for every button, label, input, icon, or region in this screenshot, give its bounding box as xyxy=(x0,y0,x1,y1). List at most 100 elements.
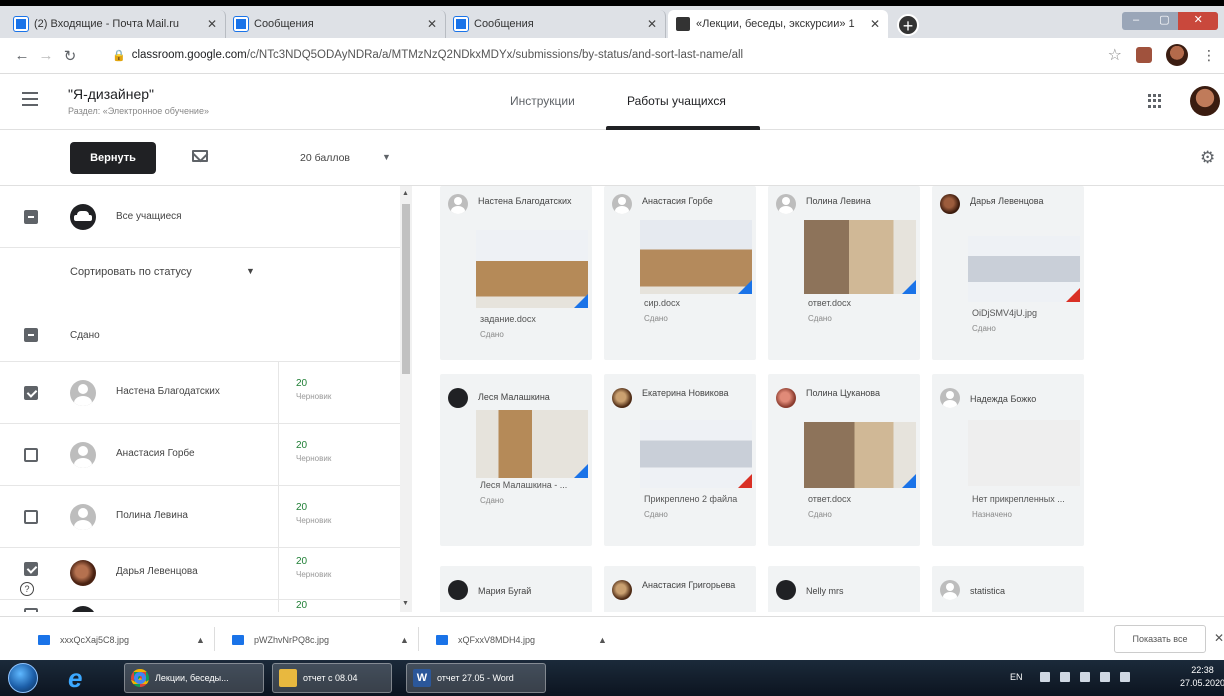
student-row[interactable]: Дарья Левенцова 20 Черновик xyxy=(0,548,400,600)
attachment-thumbnail[interactable] xyxy=(968,236,1080,302)
attachment-thumbnail[interactable] xyxy=(804,220,916,294)
clock[interactable]: 22:38 27.05.2020 xyxy=(1180,664,1224,690)
submission-card[interactable]: Мария Бугай xyxy=(440,566,592,612)
taskbar-folder[interactable]: отчет с 08.04 xyxy=(272,663,392,693)
submission-card[interactable]: Анастасия Григорьева xyxy=(604,566,756,612)
group-header-submitted[interactable]: Сдано xyxy=(0,310,400,362)
submission-card[interactable]: Настена Благодатских задание.docx Сдано xyxy=(440,186,592,360)
flag-icon[interactable] xyxy=(1080,672,1090,682)
student-row[interactable]: Настена Благодатских 20 Черновик xyxy=(0,362,400,424)
card-student-name: Екатерина Новикова xyxy=(642,388,729,398)
bookmark-star-icon[interactable]: ☆ xyxy=(1108,45,1122,65)
group-checkbox[interactable] xyxy=(24,328,38,342)
submission-card[interactable]: Дарья Левенцова OiDjSMV4jU.jpg Сдано xyxy=(932,186,1084,360)
help-icon[interactable]: ? xyxy=(20,582,34,596)
student-checkbox[interactable] xyxy=(24,448,38,462)
submission-card[interactable]: Анастасия Горбе сир.docx Сдано xyxy=(604,186,756,360)
profile-avatar-icon[interactable] xyxy=(1166,44,1188,66)
return-button[interactable]: Вернуть xyxy=(70,142,156,174)
internet-explorer-icon[interactable]: e xyxy=(68,664,82,692)
download-menu-chevron-icon[interactable]: ▲ xyxy=(598,631,607,649)
network-icon[interactable] xyxy=(1060,672,1070,682)
browser-tab-classroom[interactable]: «Лекции, беседы, экскурсии» 1 ✕ xyxy=(668,10,888,38)
attachment-thumbnail[interactable] xyxy=(640,420,752,488)
submission-card[interactable]: statistica xyxy=(932,566,1084,612)
submission-card[interactable]: Екатерина Новикова Прикреплено 2 файла С… xyxy=(604,374,756,546)
browser-tab-mail[interactable]: (2) Входящие - Почта Mail.ru ✕ xyxy=(6,10,226,38)
browser-tab-messages-1[interactable]: Сообщения ✕ xyxy=(226,10,446,38)
scroll-down-arrow-icon[interactable]: ▼ xyxy=(402,600,409,607)
student-checkbox[interactable] xyxy=(24,608,38,612)
close-downloads-icon[interactable]: ✕ xyxy=(1214,631,1224,645)
student-score[interactable]: 20 xyxy=(296,378,307,389)
left-scrollbar[interactable]: ▲ ▼ xyxy=(400,186,412,612)
student-score[interactable]: 20 xyxy=(296,556,307,567)
all-students-row[interactable]: Все учащиеся xyxy=(0,186,400,248)
hamburger-menu-icon[interactable] xyxy=(22,92,38,106)
tab-student-work[interactable]: Работы учащихся xyxy=(627,94,726,108)
taskbar-word[interactable]: W отчет 27.05 - Word xyxy=(406,663,546,693)
extension-icon[interactable] xyxy=(1136,47,1152,63)
volume-icon[interactable] xyxy=(1100,672,1110,682)
google-apps-icon[interactable] xyxy=(1148,94,1162,108)
tab-close-icon[interactable]: ✕ xyxy=(870,17,880,31)
points-dropdown[interactable]: 20 баллов xyxy=(300,152,350,164)
student-row[interactable]: 20 xyxy=(0,600,400,612)
student-checkbox[interactable] xyxy=(24,510,38,524)
student-row[interactable]: Анастасия Горбе 20 Черновик xyxy=(0,424,400,486)
download-menu-chevron-icon[interactable]: ▲ xyxy=(196,631,205,649)
download-item[interactable]: pWZhvNrPQ8c.jpg xyxy=(232,631,329,649)
signal-icon[interactable] xyxy=(1120,672,1130,682)
submission-card[interactable]: Nelly mrs xyxy=(768,566,920,612)
account-avatar[interactable] xyxy=(1190,86,1220,116)
submission-card[interactable]: Леся Малашкина Леся Малашкина - ... Сдан… xyxy=(440,374,592,546)
student-row[interactable]: Полина Левина 20 Черновик xyxy=(0,486,400,548)
new-tab-button[interactable]: + xyxy=(897,14,919,36)
chevron-down-icon[interactable]: ▼ xyxy=(246,266,255,276)
student-checkbox[interactable] xyxy=(24,562,38,576)
download-item[interactable]: xQFxxV8MDH4.jpg xyxy=(436,631,535,649)
attachment-thumbnail[interactable] xyxy=(476,230,588,308)
student-score[interactable]: 20 xyxy=(296,502,307,513)
submission-card[interactable]: Надежда Божко Нет прикрепленных ... Назн… xyxy=(932,374,1084,546)
submission-card[interactable]: Полина Цуканова ответ.docx Сдано xyxy=(768,374,920,546)
tab-instructions[interactable]: Инструкции xyxy=(510,94,575,108)
tab-close-icon[interactable]: ✕ xyxy=(647,17,657,31)
language-indicator[interactable]: EN xyxy=(1010,672,1023,682)
taskbar-item-label: отчет 27.05 - Word xyxy=(437,673,514,683)
gear-icon[interactable]: ⚙ xyxy=(1200,148,1215,168)
scroll-up-arrow-icon[interactable]: ▲ xyxy=(402,190,409,197)
browser-menu-icon[interactable]: ⋮ xyxy=(1202,47,1216,64)
lock-icon: 🔒 xyxy=(112,49,126,62)
start-button[interactable] xyxy=(8,663,38,693)
attachment-thumbnail[interactable] xyxy=(640,220,752,294)
tab-close-icon[interactable]: ✕ xyxy=(207,17,217,31)
attachment-thumbnail[interactable] xyxy=(804,422,916,488)
forward-arrow-icon[interactable]: → xyxy=(34,47,58,64)
attachment-thumbnail[interactable] xyxy=(476,410,588,478)
student-checkbox[interactable] xyxy=(24,386,38,400)
submission-card[interactable]: Полина Левина ответ.docx Сдано xyxy=(768,186,920,360)
email-icon[interactable] xyxy=(192,150,208,162)
student-score[interactable]: 20 xyxy=(296,600,307,611)
course-title[interactable]: "Я-дизайнер" xyxy=(68,86,154,102)
all-students-checkbox[interactable] xyxy=(24,210,38,224)
maximize-button[interactable]: ▢ xyxy=(1150,12,1178,30)
tray-arrow-icon[interactable] xyxy=(1040,672,1050,682)
tab-close-icon[interactable]: ✕ xyxy=(427,17,437,31)
taskbar-chrome[interactable]: Лекции, беседы... xyxy=(124,663,264,693)
download-item[interactable]: xxxQcXaj5C8.jpg xyxy=(38,631,129,649)
back-arrow-icon[interactable]: ← xyxy=(10,47,34,64)
reload-icon[interactable]: ↻ xyxy=(58,47,82,65)
minimize-button[interactable]: – xyxy=(1122,12,1150,30)
browser-tab-messages-2[interactable]: Сообщения ✕ xyxy=(446,10,666,38)
show-all-downloads-button[interactable]: Показать все xyxy=(1114,625,1206,653)
close-window-button[interactable]: ✕ xyxy=(1178,12,1218,30)
url-field[interactable]: 🔒 classroom.google.com /c/NTc3NDQ5ODAyND… xyxy=(112,42,1132,68)
sort-dropdown[interactable]: Сортировать по статусу xyxy=(70,266,192,278)
card-student-name: Дарья Левенцова xyxy=(970,196,1044,206)
student-score[interactable]: 20 xyxy=(296,440,307,451)
download-menu-chevron-icon[interactable]: ▲ xyxy=(400,631,409,649)
chevron-down-icon[interactable]: ▼ xyxy=(382,152,391,162)
scroll-thumb[interactable] xyxy=(402,204,410,374)
